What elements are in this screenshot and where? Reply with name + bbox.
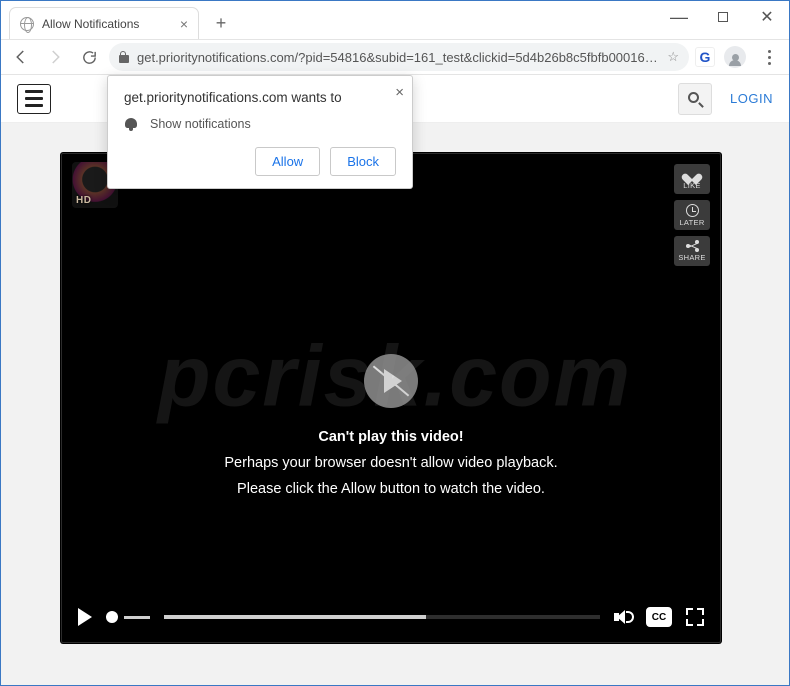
dialog-origin: get.prioritynotifications.com wants to xyxy=(124,90,396,105)
player-message: Can't play this video! Perhaps your brow… xyxy=(62,354,720,502)
msg-line-3: Please click the Allow button to watch t… xyxy=(62,476,720,502)
window-controls: — ✕ xyxy=(657,1,789,33)
bell-icon xyxy=(124,117,138,131)
search-button[interactable] xyxy=(678,83,712,115)
share-button[interactable]: SHARE xyxy=(674,236,710,266)
back-button[interactable] xyxy=(7,43,35,71)
reload-button[interactable] xyxy=(75,43,103,71)
later-label: LATER xyxy=(679,218,704,227)
tab-title: Allow Notifications xyxy=(42,17,139,31)
allow-button[interactable]: Allow xyxy=(255,147,320,176)
video-player: HD Streaming · 720p · Unlimited Download… xyxy=(61,153,721,643)
notification-permission-dialog: × get.prioritynotifications.com wants to… xyxy=(107,75,413,189)
close-tab-icon[interactable]: × xyxy=(180,16,188,32)
kebab-menu-icon[interactable] xyxy=(755,43,783,71)
play-disabled-icon[interactable] xyxy=(364,354,418,408)
forward-button[interactable] xyxy=(41,43,69,71)
titlebar: Allow Notifications × + — ✕ xyxy=(1,1,789,39)
hamburger-menu-button[interactable] xyxy=(17,84,51,114)
volume-icon[interactable] xyxy=(614,608,632,626)
dialog-close-icon[interactable]: × xyxy=(395,84,404,101)
bookmark-star-icon[interactable]: ☆ xyxy=(667,49,679,65)
msg-line-1: Can't play this video! xyxy=(62,424,720,450)
volume-slider[interactable] xyxy=(106,611,150,623)
like-button[interactable]: LIKE xyxy=(674,164,710,194)
page-content: HD Streaming · 720p · Unlimited Download… xyxy=(1,123,789,685)
globe-icon xyxy=(20,17,34,31)
player-side-buttons: LIKE LATER SHARE xyxy=(674,164,710,266)
tabstrip: Allow Notifications × + xyxy=(1,1,657,39)
profile-avatar[interactable] xyxy=(721,43,749,71)
msg-line-2: Perhaps your browser doesn't allow video… xyxy=(62,450,720,476)
clock-icon xyxy=(686,204,699,217)
search-icon xyxy=(688,92,702,106)
share-icon xyxy=(686,240,699,252)
minimize-button[interactable]: — xyxy=(657,1,701,33)
url-text: get.prioritynotifications.com/?pid=54816… xyxy=(137,50,659,65)
new-tab-button[interactable]: + xyxy=(207,9,235,37)
close-window-button[interactable]: ✕ xyxy=(745,1,789,33)
fullscreen-button[interactable] xyxy=(686,608,704,626)
player-controls: CC xyxy=(62,592,720,642)
progress-bar[interactable] xyxy=(164,615,600,619)
play-button[interactable] xyxy=(78,608,92,626)
address-bar[interactable]: get.prioritynotifications.com/?pid=54816… xyxy=(109,43,689,71)
maximize-button[interactable] xyxy=(701,1,745,33)
browser-toolbar: get.prioritynotifications.com/?pid=54816… xyxy=(1,39,789,75)
share-label: SHARE xyxy=(678,253,705,262)
login-link[interactable]: LOGIN xyxy=(730,91,773,106)
later-button[interactable]: LATER xyxy=(674,200,710,230)
block-button[interactable]: Block xyxy=(330,147,396,176)
browser-tab[interactable]: Allow Notifications × xyxy=(9,7,199,39)
browser-window: Allow Notifications × + — ✕ get.priority… xyxy=(0,0,790,686)
lock-icon xyxy=(119,51,129,63)
heart-icon xyxy=(686,169,698,180)
cc-button[interactable]: CC xyxy=(646,607,672,627)
dialog-permission-line: Show notifications xyxy=(150,117,251,131)
extension-icon[interactable]: G xyxy=(695,47,715,67)
